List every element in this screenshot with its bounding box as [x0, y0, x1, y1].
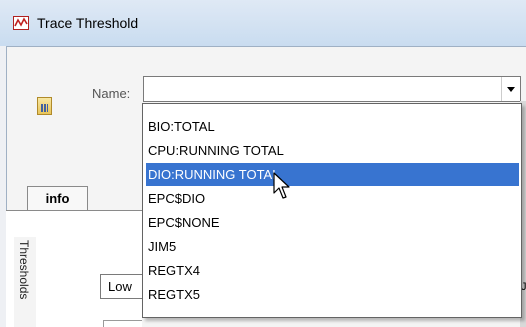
- dropdown-option[interactable]: BIO:TOTAL: [146, 115, 519, 138]
- title-bar: Trace Threshold: [0, 0, 526, 46]
- dropdown-option[interactable]: REGTX4: [146, 259, 519, 282]
- name-combobox[interactable]: [143, 76, 521, 102]
- report-form-icon: [37, 97, 52, 115]
- dropdown-option[interactable]: EPC$NONE: [146, 211, 519, 234]
- dropdown-option[interactable]: CPU:RUNNING TOTAL: [146, 139, 519, 162]
- tab-info[interactable]: info: [27, 186, 88, 211]
- arrow-cursor-icon: [273, 172, 290, 199]
- window-title: Trace Threshold: [37, 15, 139, 31]
- dropdown-option[interactable]: REGTX5: [146, 283, 519, 306]
- dropdown-option[interactable]: JIM5: [146, 235, 519, 258]
- chevron-down-icon[interactable]: [501, 77, 520, 101]
- name-dropdown-list[interactable]: BIO:TOTAL CPU:RUNNING TOTAL DIO:RUNNING …: [142, 103, 522, 318]
- thresholds-side-tab-label: Thresholds: [17, 240, 31, 300]
- name-label: Name:: [92, 86, 131, 101]
- dropdown-option[interactable]: EPC$DIO: [146, 187, 519, 210]
- threshold-level-select[interactable]: Low: [100, 274, 142, 299]
- dropdown-option-highlighted[interactable]: DIO:RUNNING TOTAL: [146, 163, 519, 186]
- threshold-value-field[interactable]: [103, 320, 142, 327]
- trace-chart-icon: [13, 16, 29, 30]
